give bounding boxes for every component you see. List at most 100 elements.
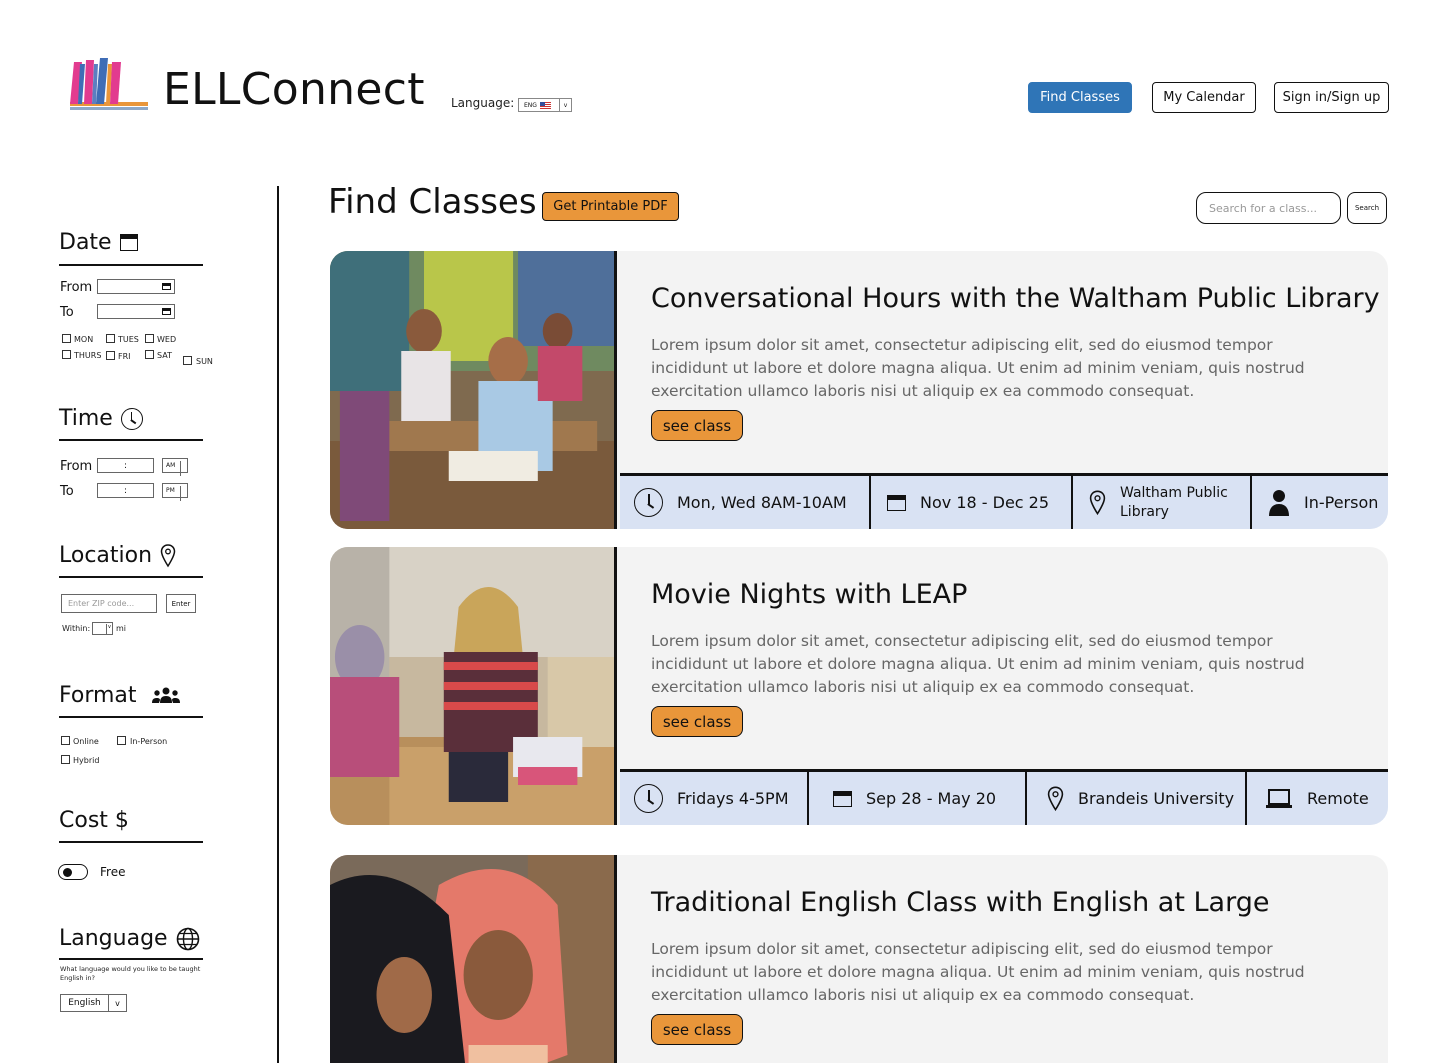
zip-code-input[interactable]: Enter ZIP code... xyxy=(61,594,157,613)
filter-cost-title: Cost $ xyxy=(59,808,129,833)
format-label-hybrid: Hybrid xyxy=(73,756,100,765)
date-from-input[interactable] xyxy=(97,279,175,294)
chevron-down-icon[interactable]: v xyxy=(108,995,126,1011)
meta-format-text: Remote xyxy=(1307,789,1369,808)
meta-location: Brandeis University xyxy=(1027,772,1247,825)
meta-format: In-Person xyxy=(1252,476,1388,529)
filter-date-title: Date xyxy=(59,230,138,255)
meta-schedule: Mon, Wed 8AM-10AM xyxy=(620,476,871,529)
within-distance-select[interactable] xyxy=(92,622,113,635)
language-code: ENG xyxy=(524,101,537,109)
location-pin-icon xyxy=(1047,786,1064,811)
chevron-down-icon[interactable]: v xyxy=(559,99,571,111)
filter-time-label: Time xyxy=(59,406,113,431)
day-checkbox-fri[interactable] xyxy=(106,351,115,360)
filter-cost-rule xyxy=(59,841,203,843)
filter-location-label: Location xyxy=(59,543,153,568)
day-label-wed: WED xyxy=(157,335,177,344)
time-to-label: To xyxy=(60,484,74,499)
time-to-input[interactable]: : xyxy=(97,483,154,498)
sidebar-divider xyxy=(277,186,279,1063)
date-from-label: From xyxy=(60,280,93,295)
class-search-input[interactable]: Search for a class... xyxy=(1196,192,1341,224)
printable-pdf-button[interactable]: Get Printable PDF xyxy=(542,192,679,221)
day-checkbox-mon[interactable] xyxy=(62,334,71,343)
nav-sign-in-button[interactable]: Sign in/Sign up xyxy=(1274,82,1389,113)
class-description: Lorem ipsum dolor sit amet, consectetur … xyxy=(651,632,1305,696)
filter-time-title: Time xyxy=(59,406,143,431)
nav-my-calendar-button[interactable]: My Calendar xyxy=(1152,82,1256,113)
day-checkbox-wed[interactable] xyxy=(145,334,154,343)
class-photo xyxy=(330,251,617,529)
calendar-icon[interactable] xyxy=(162,283,171,290)
time-from-input[interactable]: : xyxy=(97,458,154,473)
calendar-icon xyxy=(119,234,138,251)
nav-find-classes-button[interactable]: Find Classes xyxy=(1028,82,1132,113)
format-checkbox-in-person[interactable] xyxy=(117,736,126,745)
page-title: Find Classes xyxy=(328,182,537,222)
filter-location-rule xyxy=(59,576,203,578)
laptop-icon xyxy=(1266,788,1292,808)
clock-icon xyxy=(634,488,663,517)
format-checkbox-hybrid[interactable] xyxy=(61,755,70,764)
language-label: Language: xyxy=(451,96,515,110)
format-checkbox-online[interactable] xyxy=(61,736,70,745)
meta-dates: Nov 18 - Dec 25 xyxy=(871,476,1073,529)
date-to-label: To xyxy=(60,305,74,320)
day-checkbox-tues[interactable] xyxy=(106,334,115,343)
class-card: Conversational Hours with the Waltham Pu… xyxy=(330,251,1388,529)
filter-format-label: Format xyxy=(59,683,137,708)
clock-icon xyxy=(634,784,663,813)
teaching-language-select[interactable]: English v xyxy=(60,994,127,1012)
meta-schedule-text: Fridays 4-5PM xyxy=(677,789,789,808)
day-checkbox-sun[interactable] xyxy=(183,356,192,365)
location-pin-icon xyxy=(160,543,176,567)
calendar-icon xyxy=(887,494,906,511)
free-toggle[interactable] xyxy=(58,864,88,880)
see-class-button[interactable]: see class xyxy=(651,410,743,441)
day-label-sat: SAT xyxy=(157,351,172,360)
day-label-fri: FRI xyxy=(118,352,131,361)
search-button[interactable]: Search xyxy=(1347,192,1387,224)
day-label-mon: MON xyxy=(74,335,94,344)
calendar-icon[interactable] xyxy=(162,308,171,315)
class-photo xyxy=(330,547,617,825)
meta-dates: Sep 28 - May 20 xyxy=(809,772,1027,825)
class-title: Movie Nights with LEAP xyxy=(651,579,968,610)
date-to-input[interactable] xyxy=(97,304,175,319)
zip-enter-button[interactable]: Enter xyxy=(166,594,196,613)
class-card: Movie Nights with LEAP Lorem ipsum dolor… xyxy=(330,547,1388,825)
filter-language-title: Language xyxy=(59,926,200,951)
day-label-thurs: THURS xyxy=(74,351,102,360)
meta-location-text: Waltham Public Library xyxy=(1120,484,1228,520)
filter-location-title: Location xyxy=(59,543,176,568)
time-to-ampm-select[interactable]: PM xyxy=(162,483,188,501)
ellconnect-logo-icon xyxy=(70,58,148,110)
meta-format-text: In-Person xyxy=(1304,493,1379,512)
meta-location: Waltham Public Library xyxy=(1073,476,1252,529)
day-checkbox-thurs[interactable] xyxy=(62,350,71,359)
class-title: Conversational Hours with the Waltham Pu… xyxy=(651,283,1380,314)
within-unit-label: mi xyxy=(116,624,127,633)
within-label: Within: xyxy=(62,624,91,633)
class-photo xyxy=(330,855,617,1063)
teaching-language-value: English xyxy=(68,998,101,1008)
language-selector[interactable]: ENG v xyxy=(518,98,572,112)
day-checkbox-sat[interactable] xyxy=(145,350,154,359)
toggle-knob[interactable] xyxy=(63,868,72,877)
see-class-button[interactable]: see class xyxy=(651,1014,743,1045)
us-flag-icon xyxy=(539,101,551,109)
group-users-icon xyxy=(151,687,180,703)
meta-location-text: Brandeis University xyxy=(1078,789,1235,808)
free-label: Free xyxy=(100,865,126,879)
time-from-ampm-select[interactable]: AM xyxy=(162,458,188,476)
class-card: Traditional English Class with English a… xyxy=(330,855,1388,1063)
filter-format-title: Format xyxy=(59,683,181,708)
see-class-button[interactable]: see class xyxy=(651,706,743,737)
meta-schedule: Fridays 4-5PM xyxy=(620,772,809,825)
class-description: Lorem ipsum dolor sit amet, consectetur … xyxy=(651,336,1305,400)
language-question: What language would you like to be taugh… xyxy=(60,965,201,982)
meta-schedule-text: Mon, Wed 8AM-10AM xyxy=(677,493,847,512)
clock-icon xyxy=(120,407,143,430)
app-brand-name: ELLConnect xyxy=(163,64,425,115)
